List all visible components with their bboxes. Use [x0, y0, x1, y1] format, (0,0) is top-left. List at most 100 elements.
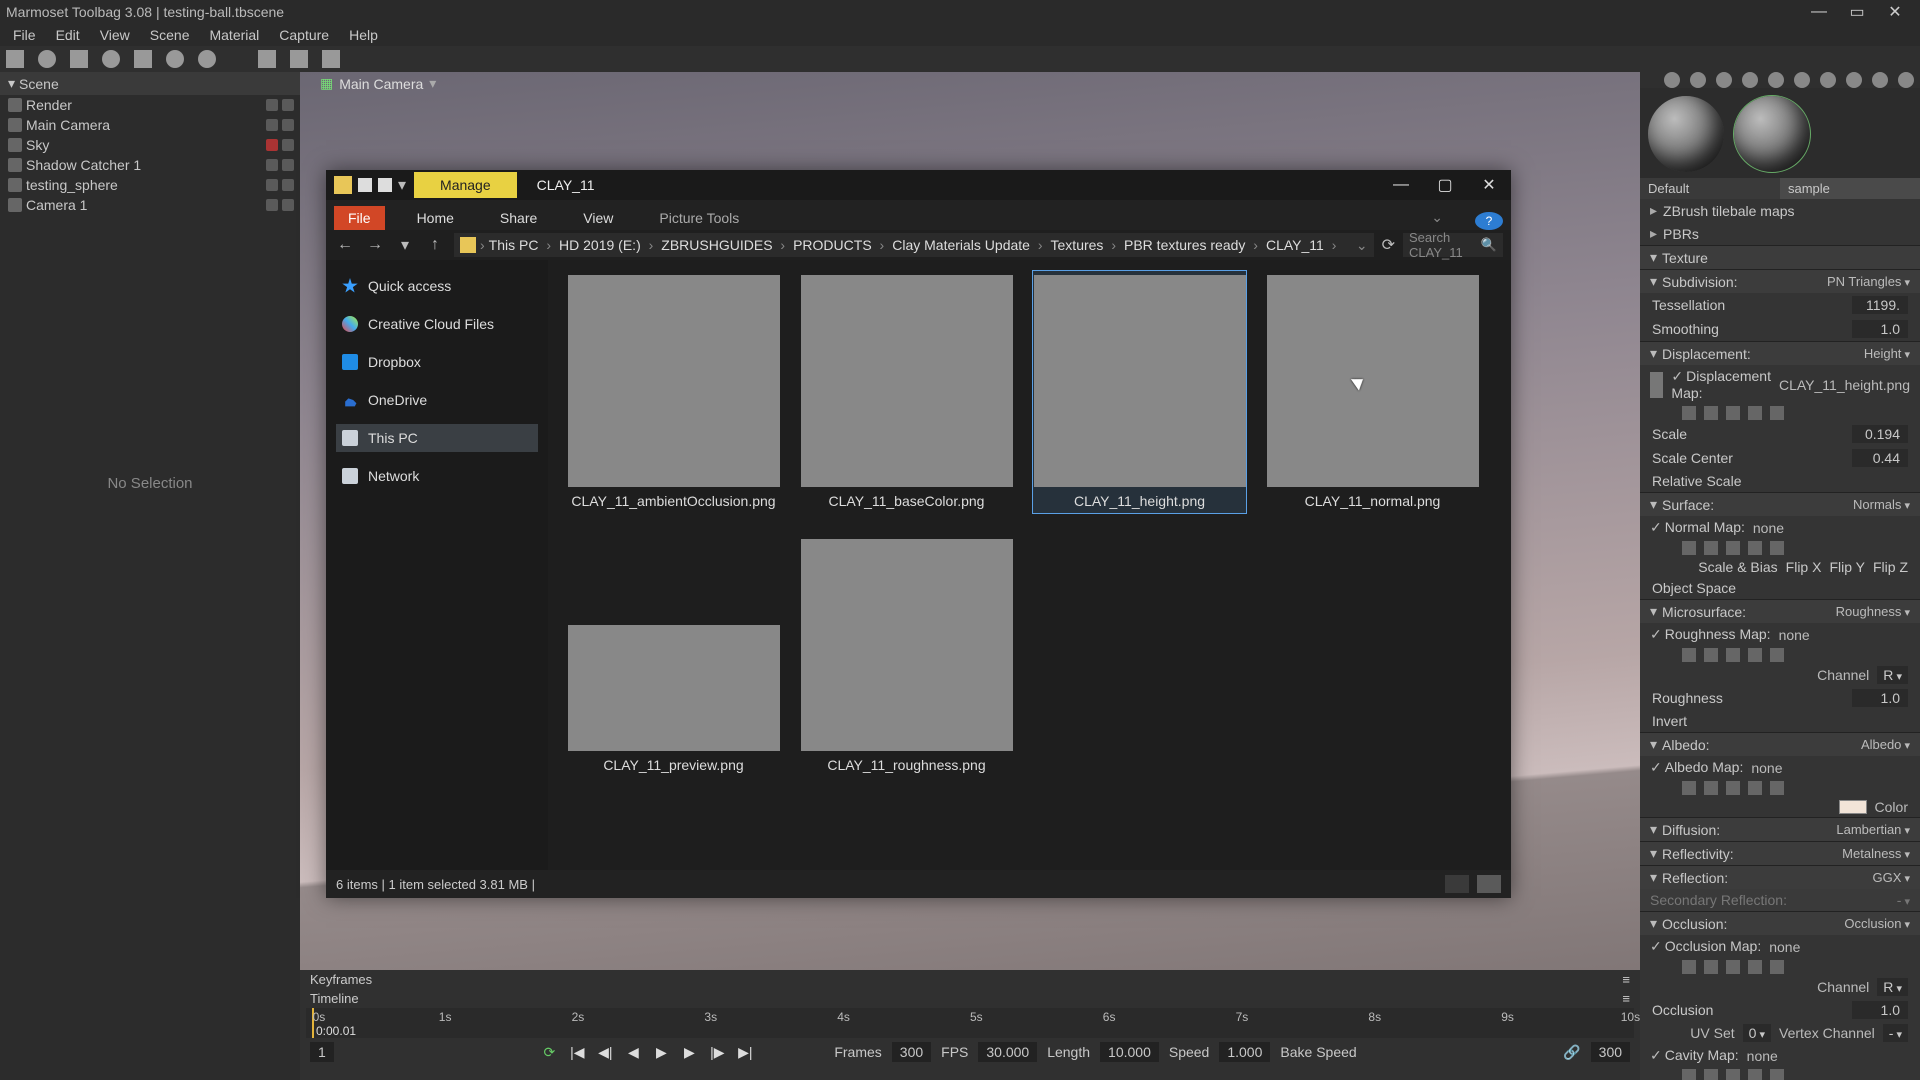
- map-gear-icon[interactable]: [1682, 960, 1696, 974]
- view-thumbnails-button[interactable]: [1477, 875, 1501, 893]
- next-key-button[interactable]: |▶: [708, 1044, 726, 1061]
- section-microsurface[interactable]: Microsurface:: [1650, 603, 1746, 620]
- tool-move-icon[interactable]: [6, 50, 24, 68]
- file-item[interactable]: CLAY_11_preview.png: [566, 534, 781, 778]
- link-icon[interactable]: 🔗: [1563, 1044, 1580, 1061]
- invert-checkbox[interactable]: Invert: [1652, 713, 1687, 729]
- roughness-field[interactable]: 1.0: [1852, 689, 1908, 707]
- tool-light-icon[interactable]: [38, 50, 56, 68]
- ribbon-tab-share[interactable]: Share: [486, 206, 551, 230]
- step-back-button[interactable]: ◀: [624, 1044, 642, 1061]
- section-albedo[interactable]: Albedo:: [1650, 736, 1710, 753]
- keyframes-toggle-icon[interactable]: ≡: [1622, 972, 1630, 987]
- section-subdivision[interactable]: Subdivision:: [1650, 273, 1738, 290]
- occlusion-field[interactable]: 1.0: [1852, 1001, 1908, 1019]
- sidebar-item-this-pc[interactable]: This PC: [336, 424, 538, 452]
- diffusion-mode[interactable]: Lambertian: [1836, 822, 1910, 837]
- map-edit-icon[interactable]: [1726, 960, 1740, 974]
- scene-item-testing-sphere[interactable]: testing_sphere: [0, 175, 300, 195]
- map-reload-icon[interactable]: [1748, 1069, 1762, 1080]
- map-gear-icon[interactable]: [1682, 541, 1696, 555]
- secondary-mode[interactable]: -: [1897, 892, 1910, 908]
- breadcrumb[interactable]: PRODUCTS: [793, 237, 888, 253]
- app-close-button[interactable]: ✕: [1876, 2, 1914, 22]
- file-item[interactable]: CLAY_11_normal.png: [1265, 270, 1480, 514]
- material-name-default[interactable]: Default: [1640, 178, 1780, 199]
- map-reload-icon[interactable]: [1748, 781, 1762, 795]
- map-edit-icon[interactable]: [1726, 781, 1740, 795]
- menu-material[interactable]: Material: [199, 25, 269, 45]
- map-edit-icon[interactable]: [1726, 1069, 1740, 1080]
- map-reload-icon[interactable]: [1748, 648, 1762, 662]
- map-gear-icon[interactable]: [1682, 1069, 1696, 1080]
- breadcrumb[interactable]: PBR textures ready: [1124, 237, 1262, 253]
- length-field[interactable]: 10.000: [1100, 1042, 1159, 1062]
- occlusion-map-label[interactable]: Occlusion Map:: [1650, 938, 1761, 955]
- map-clear-icon[interactable]: [1770, 406, 1784, 420]
- timeline-ruler[interactable]: 0:00.01 0s 1s 2s 3s 4s 5s 6s 7s 8s 9s 10…: [306, 1008, 1634, 1038]
- explorer-maximize-button[interactable]: ▢: [1423, 170, 1467, 200]
- smoothing-field[interactable]: 1.0: [1852, 320, 1908, 338]
- ribbon-tab-view[interactable]: View: [569, 206, 627, 230]
- breadcrumb[interactable]: CLAY_11: [1266, 237, 1340, 253]
- menu-scene[interactable]: Scene: [140, 25, 200, 45]
- roughness-channel-picker[interactable]: R: [1877, 666, 1908, 684]
- expand-icon[interactable]: [1650, 225, 1657, 242]
- qat-newfolder-icon[interactable]: [378, 178, 392, 192]
- map-clear-icon[interactable]: [1770, 960, 1784, 974]
- file-item[interactable]: CLAY_11_ambientOcclusion.png: [566, 270, 781, 514]
- surface-mode[interactable]: Normals: [1853, 497, 1910, 512]
- tool-copy-icon[interactable]: [290, 50, 308, 68]
- nav-forward-button[interactable]: →: [364, 236, 386, 254]
- map-search-icon[interactable]: [1704, 406, 1718, 420]
- qat-dropdown-icon[interactable]: ▾: [398, 175, 406, 195]
- normal-map-label[interactable]: Normal Map:: [1650, 519, 1745, 536]
- section-displacement[interactable]: Displacement:: [1650, 345, 1751, 362]
- map-gear-icon[interactable]: [1682, 406, 1696, 420]
- reflectivity-mode[interactable]: Metalness: [1842, 846, 1910, 861]
- timeline-label[interactable]: Timeline: [310, 991, 359, 1006]
- fps-field[interactable]: 30.000: [978, 1042, 1037, 1062]
- expand-icon[interactable]: [1650, 202, 1657, 219]
- section-reflectivity[interactable]: Reflectivity:: [1650, 845, 1734, 862]
- reflection-mode[interactable]: GGX: [1873, 870, 1910, 885]
- menu-view[interactable]: View: [90, 25, 140, 45]
- mat-tool-folder-icon[interactable]: [1742, 72, 1758, 88]
- nav-recent-button[interactable]: ▾: [394, 235, 416, 255]
- disp-scale-field[interactable]: 0.194: [1852, 425, 1908, 443]
- breadcrumb[interactable]: Textures: [1051, 237, 1120, 253]
- flipz-checkbox[interactable]: Flip Z: [1873, 559, 1908, 575]
- ribbon-tab-picture-tools[interactable]: Picture Tools: [645, 206, 753, 230]
- section-diffusion[interactable]: Diffusion:: [1650, 821, 1720, 838]
- occlusion-mode[interactable]: Occlusion: [1844, 916, 1910, 931]
- tessellation-field[interactable]: 1199.: [1852, 296, 1908, 314]
- mat-tool-d-icon[interactable]: [1898, 72, 1914, 88]
- map-search-icon[interactable]: [1704, 781, 1718, 795]
- nav-back-button[interactable]: ←: [334, 236, 356, 254]
- map-clear-icon[interactable]: [1770, 1069, 1784, 1080]
- file-item[interactable]: CLAY_11_roughness.png: [799, 534, 1014, 778]
- vertex-channel-picker[interactable]: -: [1883, 1024, 1908, 1042]
- qat-properties-icon[interactable]: [358, 178, 372, 192]
- sidebar-item-dropbox[interactable]: Dropbox: [336, 348, 538, 376]
- mat-tool-reload-icon[interactable]: [1794, 72, 1810, 88]
- albedo-map-label[interactable]: Albedo Map:: [1650, 759, 1743, 776]
- explorer-minimize-button[interactable]: —: [1379, 170, 1423, 200]
- mat-tool-a-icon[interactable]: [1820, 72, 1836, 88]
- tool-camera-icon[interactable]: [70, 50, 88, 68]
- breadcrumb[interactable]: This PC: [489, 237, 555, 253]
- section-surface[interactable]: Surface:: [1650, 496, 1714, 513]
- ribbon-help-button[interactable]: ?: [1475, 212, 1503, 230]
- scene-item-shadow-catcher[interactable]: Shadow Catcher 1: [0, 155, 300, 175]
- tool-shadow-icon[interactable]: [134, 50, 152, 68]
- sidebar-item-onedrive[interactable]: OneDrive: [336, 386, 538, 414]
- loop-end-field[interactable]: 300: [1591, 1042, 1630, 1062]
- ribbon-tab-file[interactable]: File: [334, 206, 385, 230]
- map-reload-icon[interactable]: [1748, 960, 1762, 974]
- map-search-icon[interactable]: [1704, 541, 1718, 555]
- tool-settings-icon[interactable]: [166, 50, 184, 68]
- relative-scale-checkbox[interactable]: Relative Scale: [1652, 473, 1742, 489]
- map-edit-icon[interactable]: [1726, 406, 1740, 420]
- sidebar-item-creative-cloud[interactable]: Creative Cloud Files: [336, 310, 538, 338]
- scene-item-camera-1[interactable]: Camera 1: [0, 195, 300, 215]
